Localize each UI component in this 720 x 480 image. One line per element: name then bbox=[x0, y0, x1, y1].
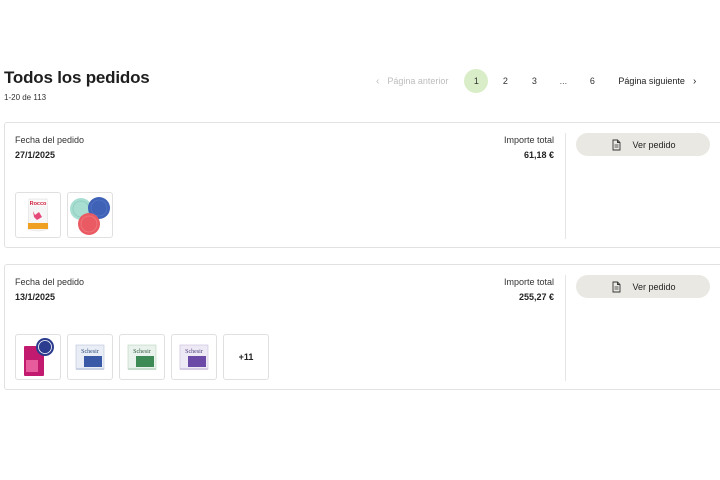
product-brand-text: Rocco bbox=[30, 201, 47, 207]
page-number-2[interactable]: 2 bbox=[493, 69, 517, 93]
view-order-button[interactable]: Ver pedido bbox=[576, 133, 710, 156]
next-page-link[interactable]: Página siguiente › bbox=[618, 76, 696, 87]
order-total-label: Importe total bbox=[503, 277, 554, 287]
food-can-purple-icon: Schesir bbox=[179, 344, 209, 370]
page-number-last[interactable]: 6 bbox=[580, 69, 604, 93]
document-icon bbox=[613, 281, 621, 292]
page-number-1[interactable]: 1 bbox=[464, 69, 489, 93]
card-divider bbox=[565, 275, 566, 381]
product-thumbnails: Schesir Schesir Schesir +11 bbox=[15, 334, 275, 380]
order-total-label: Importe total bbox=[503, 135, 554, 145]
pagination-ellipsis: ... bbox=[559, 76, 568, 86]
chevron-left-icon: ‹ bbox=[376, 75, 380, 87]
order-total: 255,27 € bbox=[518, 292, 554, 302]
more-products-count: +11 bbox=[238, 352, 254, 362]
page-title: Todos los pedidos bbox=[4, 68, 150, 87]
order-date-label: Fecha del pedido bbox=[15, 277, 85, 287]
product-brand-text: Schesir bbox=[185, 349, 203, 355]
previous-page-label: Página anterior bbox=[387, 76, 449, 86]
order-date: 13/1/2025 bbox=[15, 292, 56, 302]
results-count: 1-20 de 113 bbox=[4, 93, 47, 102]
cat-food-bag-icon bbox=[24, 338, 54, 376]
order-date: 27/1/2025 bbox=[15, 150, 56, 160]
product-thumbnail[interactable]: Schesir bbox=[119, 334, 165, 380]
document-icon bbox=[613, 139, 621, 150]
product-brand-text: Schesir bbox=[133, 349, 151, 355]
order-date-label: Fecha del pedido bbox=[15, 135, 85, 145]
pagination: ‹ Página anterior 1 2 3 ... 6 Página sig… bbox=[376, 68, 696, 94]
can-lids-icon bbox=[70, 197, 110, 235]
product-brand-text: Schesir bbox=[81, 349, 99, 355]
view-order-label: Ver pedido bbox=[632, 139, 676, 150]
product-thumbnail[interactable]: Schesir bbox=[67, 334, 113, 380]
food-can-blue-icon: Schesir bbox=[75, 344, 105, 370]
chevron-right-icon: › bbox=[692, 75, 697, 87]
page-header: Todos los pedidos 1-20 de 113 bbox=[4, 68, 150, 102]
view-order-label: Ver pedido bbox=[632, 281, 676, 292]
order-total: 61,18 € bbox=[523, 150, 554, 160]
product-thumbnail[interactable]: Rocco bbox=[15, 192, 61, 238]
view-order-button[interactable]: Ver pedido bbox=[576, 275, 710, 298]
more-products-tile[interactable]: +11 bbox=[223, 334, 269, 380]
page-number-3[interactable]: 3 bbox=[522, 69, 546, 93]
product-thumbnails: Rocco bbox=[15, 192, 119, 238]
product-thumbnail[interactable]: Schesir bbox=[171, 334, 217, 380]
previous-page-link[interactable]: ‹ Página anterior bbox=[376, 76, 448, 87]
food-can-green-icon: Schesir bbox=[127, 344, 157, 370]
card-divider bbox=[565, 133, 566, 239]
product-thumbnail[interactable] bbox=[15, 334, 61, 380]
order-card: Fecha del pedido 13/1/2025 Importe total… bbox=[4, 264, 720, 390]
food-pouch-icon: Rocco bbox=[27, 198, 49, 232]
order-card: Fecha del pedido 27/1/2025 Importe total… bbox=[4, 122, 720, 248]
product-thumbnail[interactable] bbox=[67, 192, 113, 238]
next-page-label: Página siguiente bbox=[618, 76, 685, 86]
